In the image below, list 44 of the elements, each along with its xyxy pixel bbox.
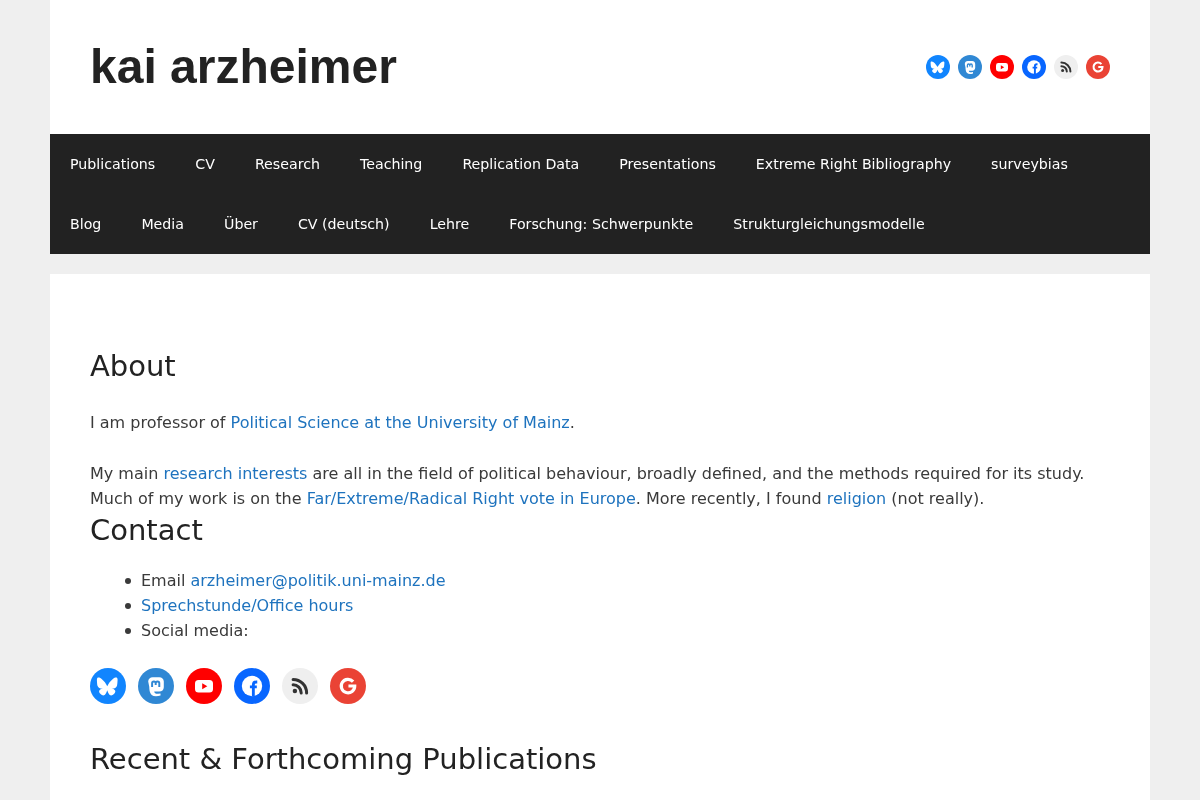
rss-icon[interactable] [282,668,318,704]
menu-link[interactable]: Forschung: Schwerpunkte [489,194,714,254]
text-link[interactable]: Far/Extreme/Radical Right vote in Europe [306,489,636,508]
menu-link[interactable]: Publications [50,134,176,194]
text-link[interactable]: arzheimer@politik.uni-mainz.de [190,571,446,590]
menu-link[interactable]: Über [204,194,278,254]
menu-link[interactable]: Blog [50,194,122,254]
section-heading: About [90,348,177,385]
text-link[interactable]: religion [826,489,887,508]
letter-g-icon[interactable] [1086,55,1110,79]
menu-link[interactable]: Lehre [409,194,490,254]
menu-link[interactable]: CV [175,134,235,194]
section-heading: Recent & Forthcoming Publications [90,741,598,778]
list-text: Email arzheimer@politik.uni-mainz.de [141,570,446,592]
menu-link[interactable]: Strukturgleichungsmodelle [713,194,945,254]
letter-f-icon[interactable] [234,668,270,704]
text-link[interactable]: Political Science at the University of Mainz [230,413,570,432]
letter-g-icon[interactable] [330,668,366,704]
bullet-icon [125,577,131,584]
menu-link[interactable]: Media [121,194,204,254]
rss-icon[interactable] [1054,55,1078,79]
play-button-icon[interactable] [186,668,222,704]
body-paragraph: I am professor of Political Science at the University of Mainz. [90,412,576,434]
text-link[interactable]: Sprechstunde/Office hours [141,593,354,618]
play-button-icon[interactable] [990,55,1014,79]
section-heading: Contact [90,512,204,549]
letter-f-icon[interactable] [1022,55,1046,79]
menu-link[interactable]: CV (deutsch) [277,194,410,254]
menu-link[interactable]: Teaching [339,134,443,194]
site-title[interactable]: kai arzheimer [90,38,397,96]
menu-link[interactable]: Research [234,134,340,194]
body-paragraph: My main research interests are all in the field of political behaviour, broadly defined, and the methods required for its study. Much of my work is on the Far/Extreme/Radical Right vote in Europe. More recently, I found religion (not really). [90,463,1086,510]
bullet-icon [125,627,131,634]
butterfly-icon[interactable] [926,55,950,79]
menu-link[interactable]: surveybias [971,134,1088,194]
bullet-icon [125,602,131,609]
text-link[interactable]: research interests [163,464,308,483]
list-text: Social media: [141,620,249,642]
speech-bubble-icon[interactable] [958,55,982,79]
butterfly-icon[interactable] [90,668,126,704]
menu-link[interactable]: Extreme Right Bibliography [735,134,972,194]
menu-link[interactable]: Replication Data [442,134,600,194]
menu-link[interactable]: Presentations [599,134,736,194]
speech-bubble-icon[interactable] [138,668,174,704]
